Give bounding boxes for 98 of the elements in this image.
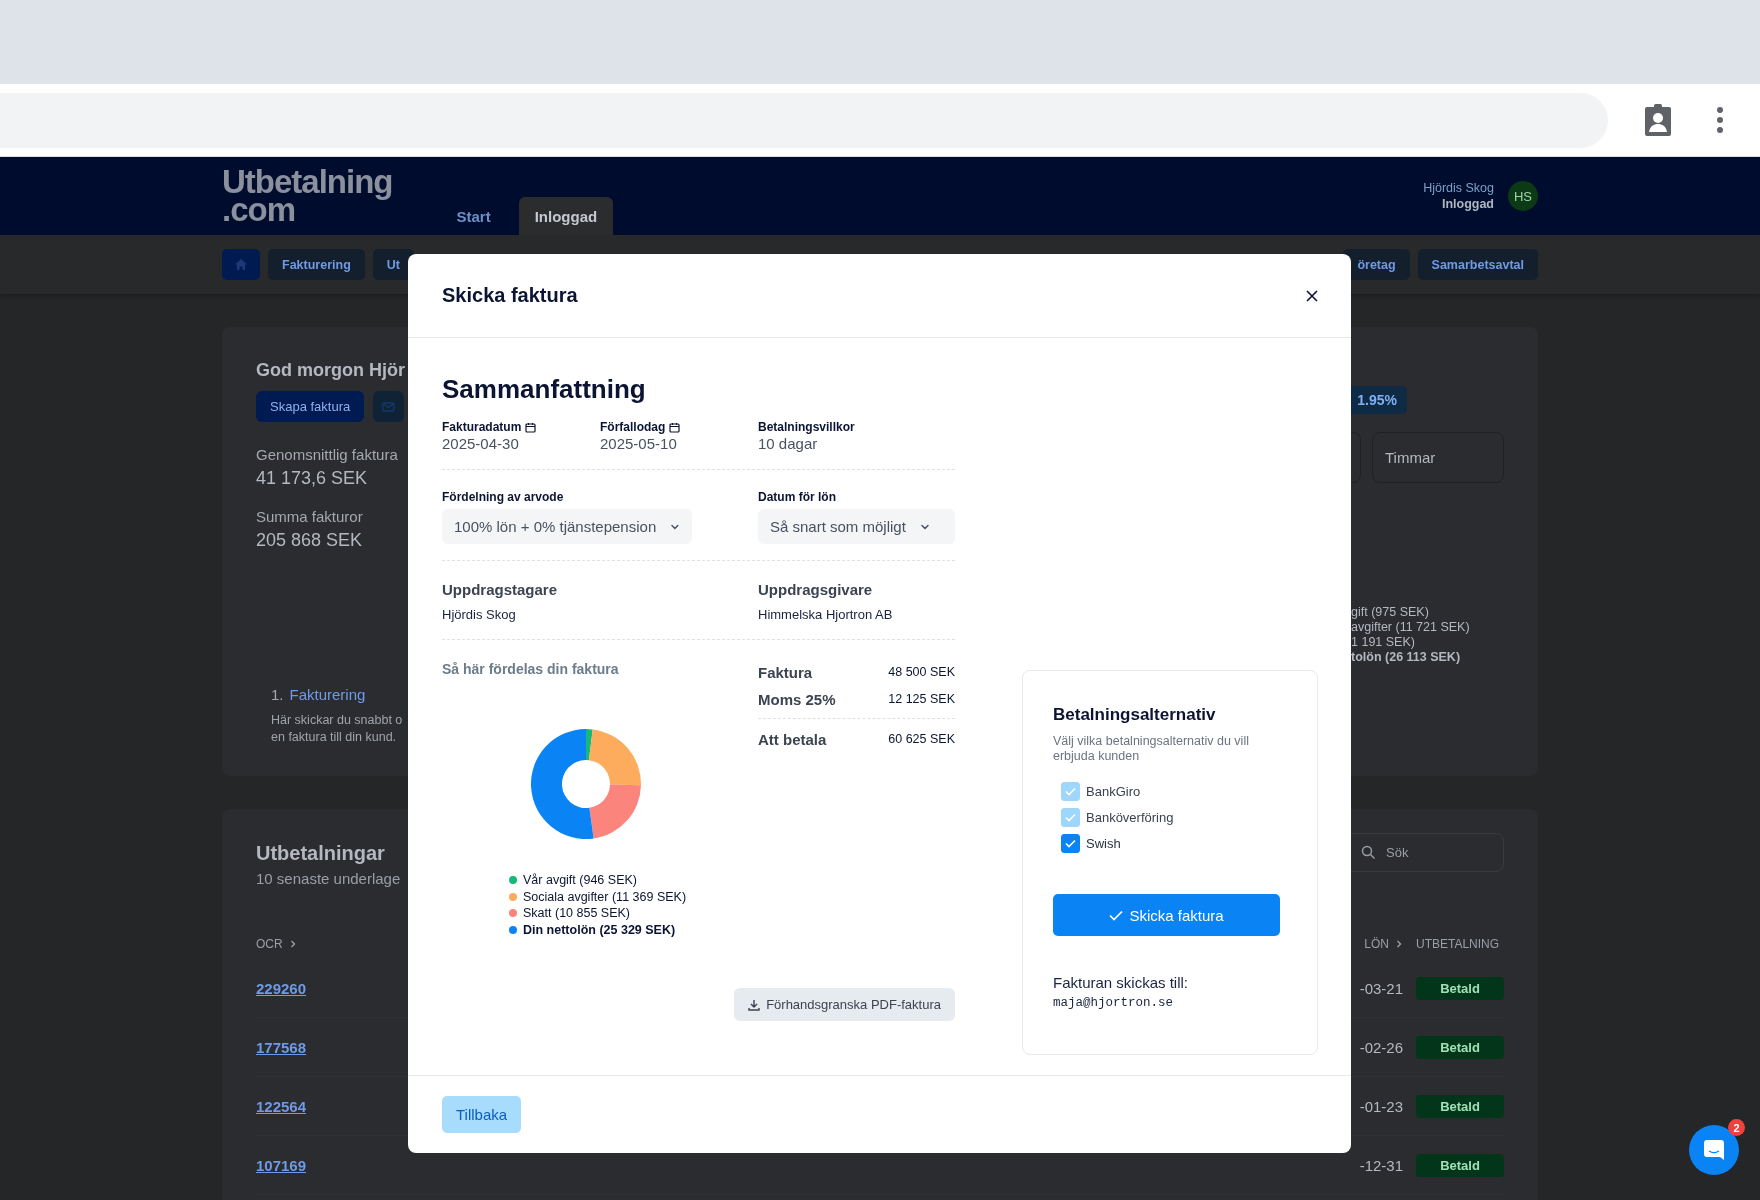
user-status: Inloggad	[1440, 196, 1494, 212]
recipient-email: maja@hjortron.se	[1053, 996, 1175, 1010]
mail-icon	[382, 401, 396, 412]
chart-title: Så här fördelas din faktura	[442, 660, 620, 678]
legend-label: Din nettolön (25 329 SEK)	[523, 921, 676, 938]
section-heading: Sammanfattning	[442, 373, 647, 405]
field-value: 2025-05-10	[600, 435, 678, 453]
nav-button[interactable]: Fakturering	[268, 249, 365, 280]
legend-item: avgifter (11 721 SEK)	[1351, 620, 1470, 635]
field-value: 2025-04-30	[442, 435, 520, 453]
stat-label: Summa fakturor	[256, 508, 363, 526]
back-button[interactable]: Tillbaka	[442, 1096, 522, 1133]
download-icon	[748, 998, 761, 1011]
notification-badge: 2	[1728, 1119, 1745, 1136]
ocr-link[interactable]: 229260	[256, 979, 307, 997]
send-invoice-button[interactable]: Skicka faktura	[1053, 894, 1280, 936]
field-value: 10 dagar	[758, 435, 819, 453]
stat-value: 41 173,6 SEK	[256, 468, 368, 488]
ocr-link[interactable]: 122564	[256, 1097, 307, 1115]
check-icon	[1065, 786, 1076, 796]
greeting-heading: God morgon Hjör	[256, 359, 406, 381]
status-badge: Betald	[1416, 976, 1504, 1000]
avatar[interactable]: HS	[1508, 181, 1538, 211]
table-cell-text: -02-26	[1358, 1038, 1403, 1056]
panel-description: Välj vilka betalningsalternativ du vill erbjuda kunden	[1053, 734, 1250, 764]
checkbox-label: Swish	[1086, 835, 1121, 851]
total-value: 12 125 SEK	[888, 692, 955, 706]
create-invoice-button[interactable]: Skapa faktura	[256, 391, 365, 422]
step-number: 1.	[271, 686, 284, 704]
legend-label: Sociala avgifter (11 369 SEK)	[523, 888, 687, 905]
nav-tab[interactable]: Inloggad	[518, 197, 614, 235]
nav-button[interactable]: Samarbetsavtal	[1417, 249, 1538, 280]
total-label: Faktura	[758, 663, 813, 681]
checkbox[interactable]	[1061, 833, 1080, 853]
field-label: Datum för lön	[758, 490, 837, 505]
dropdown[interactable]: Så snart som möjligt	[758, 509, 955, 544]
legend-label: Vår avgift (946 SEK)	[523, 872, 637, 889]
total-label: Moms 25%	[758, 690, 836, 708]
field-label: Fördelning av arvode	[442, 490, 565, 505]
status-badge: Betald	[1416, 1094, 1504, 1118]
party-label: Uppdragsgivare	[758, 581, 874, 599]
table-cell-text: -03-21	[1358, 979, 1403, 997]
step-description: en faktura till din kund.	[271, 729, 397, 745]
dialog-title: Skicka faktura	[442, 284, 578, 307]
panel-title: Betalningsalternativ	[1053, 704, 1217, 726]
legend-label: Skatt (10 855 SEK)	[523, 905, 631, 922]
total-value: 48 500 SEK	[888, 665, 955, 679]
total-label: Att betala	[758, 730, 827, 748]
legend-item: gift (975 SEK)	[1351, 605, 1429, 620]
logo-text[interactable]: Utbetalning	[222, 163, 393, 201]
user-name: Hjördis Skog	[1423, 180, 1494, 196]
recipient-label: Fakturan skickas till:	[1053, 974, 1190, 991]
status-badge: Betald	[1416, 1035, 1504, 1059]
stat-label: Genomsnittlig faktura	[256, 446, 398, 464]
total-value: 60 625 SEK	[888, 732, 955, 746]
calendar-icon	[669, 422, 681, 433]
ocr-link[interactable]: 107169	[256, 1156, 307, 1174]
ocr-link[interactable]: 177568	[256, 1038, 307, 1056]
section-heading: Utbetalningar	[256, 842, 386, 864]
check-icon	[1109, 909, 1124, 921]
checkbox-label: BankGiro	[1086, 783, 1141, 799]
field-label: Fakturadatum	[442, 420, 522, 435]
legend-item: tolön (26 113 SEK)	[1351, 650, 1461, 665]
check-icon	[1065, 812, 1076, 822]
column-header[interactable]: LÖN	[1364, 937, 1403, 951]
chat-icon	[1703, 1139, 1725, 1161]
column-header: UTBETALNING	[1416, 937, 1501, 951]
preview-pdf-button[interactable]: Förhandsgranska PDF-faktura	[734, 988, 955, 1021]
chevron-icon	[288, 939, 297, 949]
menu-icon[interactable]	[1716, 107, 1724, 133]
dropdown[interactable]: 100% lön + 0% tjänstepension	[442, 509, 692, 544]
status-badge: Betald	[1416, 1153, 1504, 1177]
option-card[interactable]: Timmar	[1372, 432, 1504, 483]
step-link[interactable]: Fakturering	[289, 686, 366, 704]
field-label: Förfallodag	[600, 420, 666, 435]
stat-value: 205 868 SEK	[256, 530, 363, 550]
table-cell-text: -12-31	[1358, 1156, 1403, 1174]
check-icon	[1065, 838, 1076, 848]
profile-badge-icon[interactable]	[1644, 103, 1672, 137]
table-cell-text: -01-23	[1358, 1097, 1403, 1115]
nav-tab[interactable]: Start	[440, 197, 507, 235]
party-name: Himmelska Hjortron AB	[758, 607, 894, 622]
column-header[interactable]: OCR	[256, 937, 297, 951]
party-name: Hjördis Skog	[442, 607, 517, 622]
chat-button[interactable]	[1689, 1125, 1739, 1175]
nav-button[interactable]: öretag	[1343, 249, 1410, 280]
party-label: Uppdragstagare	[442, 581, 559, 599]
nav-button[interactable]: Ut	[372, 249, 414, 280]
section-subtitle: 10 senaste underlage	[256, 870, 401, 887]
step-description: Här skickar du snabbt o	[271, 712, 403, 728]
search-icon	[1361, 845, 1376, 860]
chevron-icon	[1395, 939, 1403, 949]
checkbox-label: Banköverföring	[1086, 809, 1174, 825]
close-icon	[1306, 289, 1318, 302]
calendar-icon	[525, 422, 537, 433]
legend-item: 1 191 SEK)	[1351, 635, 1415, 650]
home-icon	[234, 258, 248, 271]
field-label: Betalningsvillkor	[758, 420, 855, 435]
